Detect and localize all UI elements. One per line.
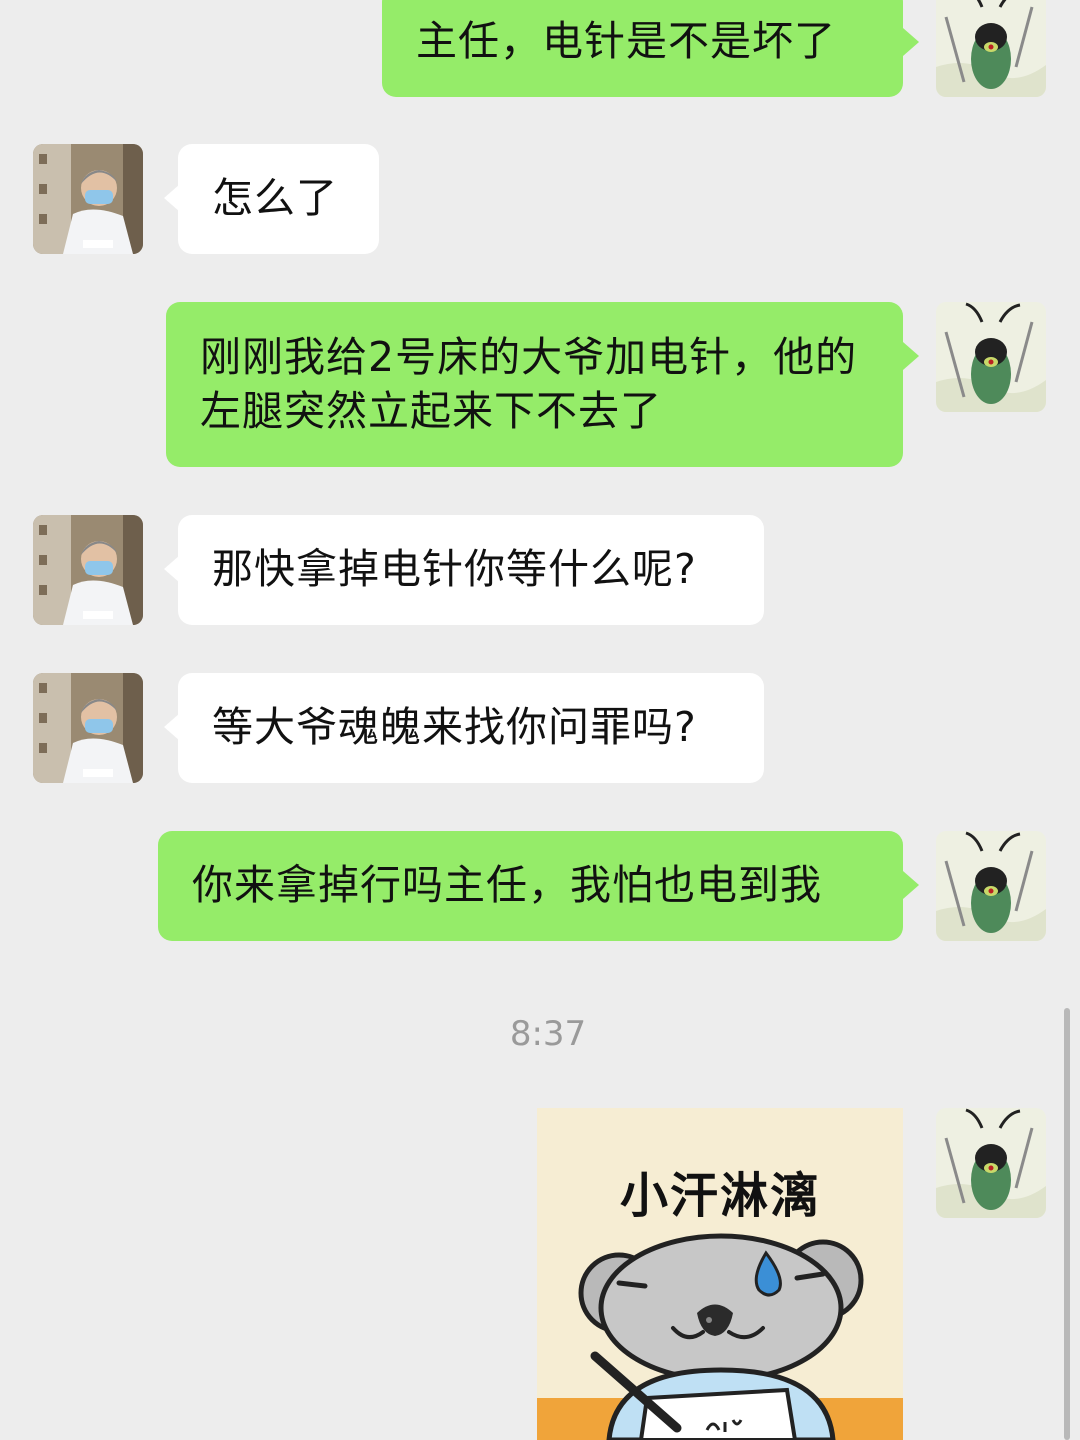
bubble-tail <box>164 555 180 583</box>
bubble-tail <box>164 713 180 741</box>
koala-sweat-sticker[interactable]: 小汗淋漓 <box>537 1108 903 1440</box>
chat-view: 主任，电针是不是坏了 怎么了 刚刚我给2号床的大爷加电针，他的左腿突然立起来下不… <box>0 0 1080 1440</box>
plankton-avatar[interactable] <box>936 302 1046 412</box>
message-text: 刚刚我给2号床的大爷加电针，他的左腿突然立起来下不去了 <box>200 333 858 435</box>
message-bubble[interactable]: 怎么了 <box>164 144 379 254</box>
plankton-avatar[interactable] <box>936 831 1046 941</box>
message-text: 你来拿掉行吗主任，我怕也电到我 <box>192 861 822 909</box>
bubble-tail <box>903 871 919 899</box>
doctor-avatar-image <box>33 673 143 783</box>
doctor-avatar[interactable] <box>33 673 143 783</box>
message-bubble[interactable]: 刚刚我给2号床的大爷加电针，他的左腿突然立起来下不去了 <box>166 302 919 467</box>
plankton-avatar-image <box>936 831 1046 941</box>
doctor-avatar-image <box>33 144 143 254</box>
message-text: 怎么了 <box>212 174 338 222</box>
message-bubble[interactable]: 那快拿掉电针你等什么呢? <box>164 515 764 625</box>
doctor-avatar[interactable] <box>33 144 143 254</box>
message-bubble[interactable]: 主任，电针是不是坏了 <box>382 0 919 97</box>
plankton-avatar[interactable] <box>936 1108 1046 1218</box>
chat-timestamp: 8:37 <box>509 1014 587 1054</box>
bubble-tail <box>903 342 919 370</box>
sticker-caption: 小汗淋漓 <box>619 1168 820 1224</box>
bubble-tail <box>164 184 180 212</box>
plankton-avatar-image <box>936 302 1046 412</box>
message-text: 那快拿掉电针你等什么呢? <box>212 545 697 593</box>
plankton-avatar-image <box>936 1108 1046 1218</box>
plankton-avatar[interactable] <box>936 0 1046 97</box>
doctor-avatar[interactable] <box>33 515 143 625</box>
scrollbar[interactable] <box>1064 1008 1070 1440</box>
message-bubble[interactable]: 等大爷魂魄来找你问罪吗? <box>164 673 764 783</box>
message-text: 等大爷魂魄来找你问罪吗? <box>212 703 697 751</box>
plankton-avatar-image <box>936 0 1046 97</box>
bubble-tail <box>903 28 919 56</box>
message-bubble[interactable]: 你来拿掉行吗主任，我怕也电到我 <box>158 831 919 941</box>
message-text: 主任，电针是不是坏了 <box>416 17 836 65</box>
doctor-avatar-image <box>33 515 143 625</box>
